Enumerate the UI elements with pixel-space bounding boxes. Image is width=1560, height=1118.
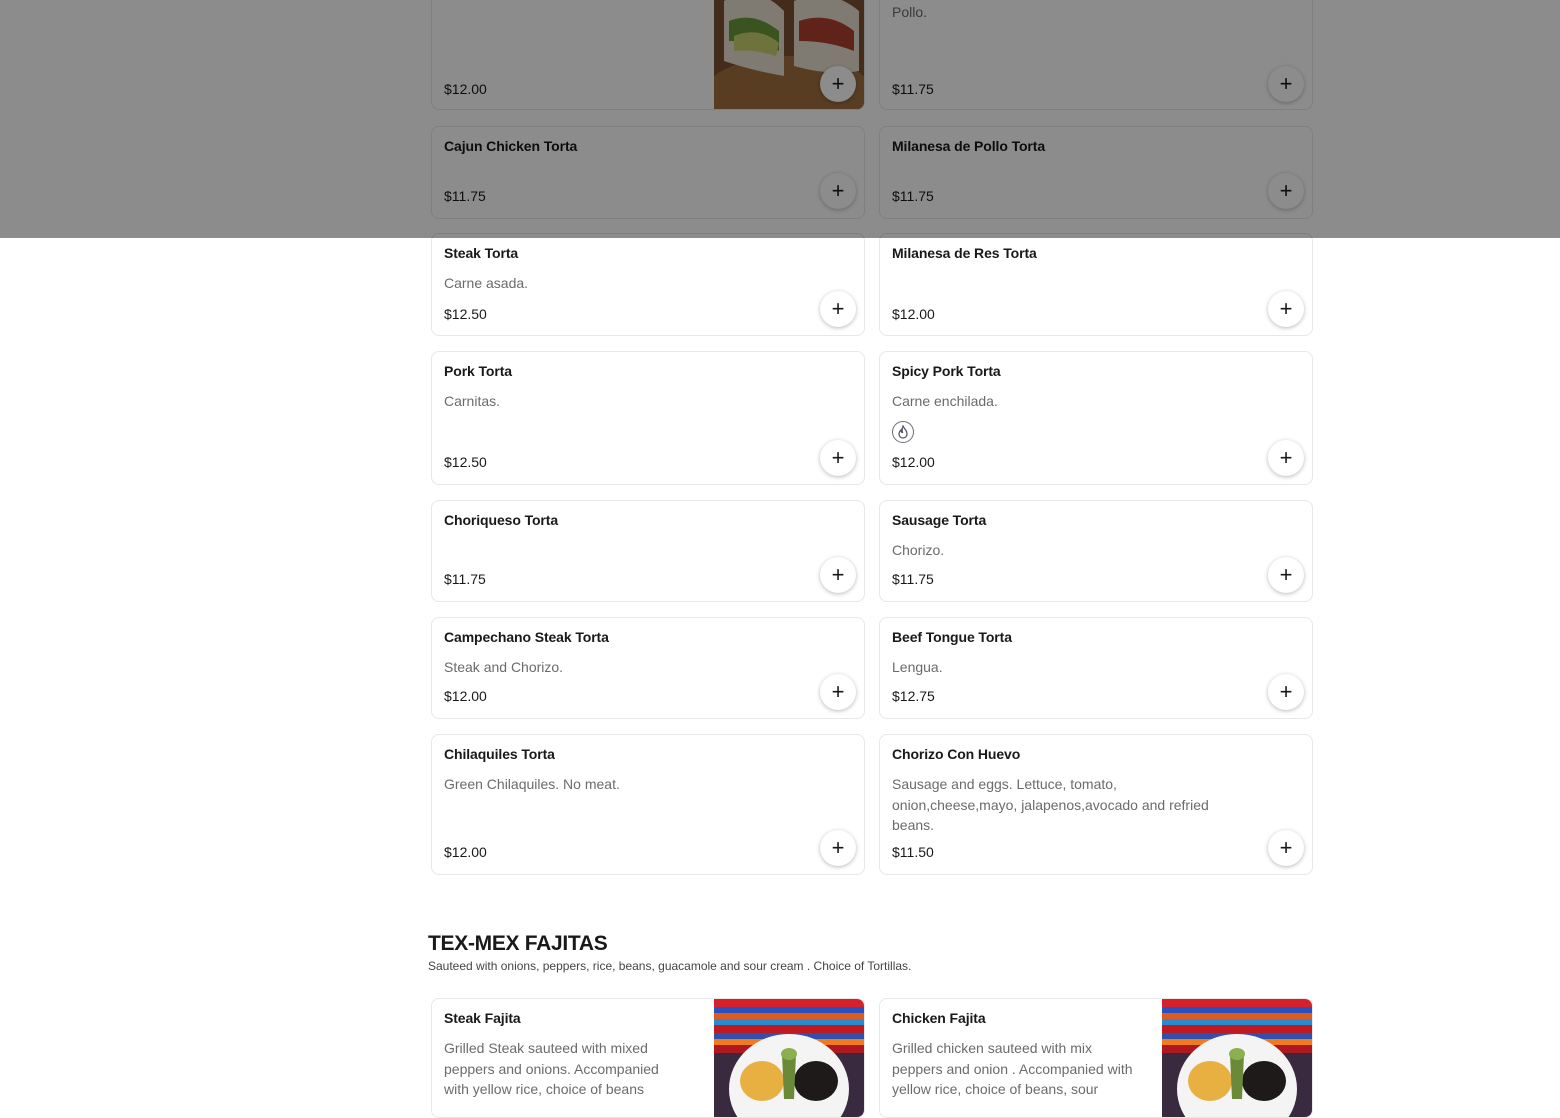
menu-item-card[interactable]: Milanesa de Res Torta $12.00 + [879, 233, 1313, 336]
item-name: Chicken Fajita [892, 1010, 986, 1026]
add-item-button[interactable]: + [1268, 291, 1304, 327]
add-item-button[interactable]: + [820, 557, 856, 593]
menu-item-card[interactable]: Campechano Steak Torta Steak and Chorizo… [431, 617, 865, 719]
menu-item-card[interactable]: $12.00 + [431, 0, 865, 110]
item-name: Sausage Torta [892, 512, 987, 528]
item-price: $12.00 [892, 306, 935, 322]
item-description: Carnitas. [444, 393, 501, 409]
menu-item-card[interactable]: Pork Torta Carnitas. $12.50 + [431, 351, 865, 485]
add-item-button[interactable]: + [820, 674, 856, 710]
item-description: Carne asada. [444, 275, 529, 291]
add-item-button[interactable]: + [820, 830, 856, 866]
item-description: Carne enchilada. [892, 393, 998, 409]
menu-item-card[interactable]: Steak Fajita Grilled Steak sauteed with … [431, 998, 865, 1118]
item-name: Milanesa de Pollo Torta [892, 138, 1046, 154]
add-item-button[interactable]: + [1268, 674, 1304, 710]
item-name: Pork Torta [444, 363, 512, 379]
add-item-button[interactable]: + [1268, 440, 1304, 476]
item-description: Grilled Steak sauteed with mixed peppers… [444, 1040, 659, 1097]
item-description: Chorizo. [892, 542, 945, 558]
item-name: Spicy Pork Torta [892, 363, 1001, 379]
item-price: $11.50 [892, 844, 934, 860]
item-name: Beef Tongue Torta [892, 629, 1012, 645]
item-price: $11.75 [444, 188, 486, 204]
add-item-button[interactable]: + [1268, 557, 1304, 593]
item-description: Green Chilaquiles. No meat. [444, 776, 620, 792]
fajita-photo [1162, 999, 1312, 1117]
add-item-button[interactable]: + [820, 440, 856, 476]
item-description: Steak and Chorizo. [444, 659, 564, 675]
item-name: Chorizo Con Huevo [892, 746, 1021, 762]
add-item-button[interactable]: + [820, 291, 856, 327]
item-name: Steak Fajita [444, 1010, 521, 1026]
item-description: Sausage and eggs. Lettuce, tomato, onion… [892, 776, 1209, 833]
menu-item-card[interactable]: Sausage Torta Chorizo. $11.75 + [879, 500, 1313, 602]
menu-item-card[interactable]: Chicken Fajita Grilled chicken sauteed w… [879, 998, 1313, 1118]
menu-item-card[interactable]: Chilaquiles Torta Green Chilaquiles. No … [431, 734, 865, 875]
add-item-button[interactable]: + [1268, 173, 1304, 209]
add-item-button[interactable]: + [820, 66, 856, 102]
section-title: TEX-MEX FAJITAS [428, 932, 608, 955]
item-name: Milanesa de Res Torta [892, 245, 1037, 261]
item-price: $11.75 [892, 188, 934, 204]
item-price: $12.00 [444, 844, 487, 860]
item-name: Steak Torta [444, 245, 519, 261]
add-item-button[interactable]: + [1268, 66, 1304, 102]
item-price: $12.75 [892, 688, 935, 704]
item-name: Chilaquiles Torta [444, 746, 555, 762]
add-item-button[interactable]: + [820, 173, 856, 209]
menu-item-card[interactable]: Cajun Chicken Torta $11.75 + [431, 126, 865, 219]
item-description: Pollo. [892, 4, 928, 20]
item-name: Campechano Steak Torta [444, 629, 609, 645]
item-name: Cajun Chicken Torta [444, 138, 578, 154]
menu-item-card[interactable]: Pollo. $11.75 + [879, 0, 1313, 110]
item-price: $12.00 [892, 454, 935, 470]
section-subtitle: Sauteed with onions, peppers, rice, bean… [428, 959, 912, 973]
add-item-button[interactable]: + [1268, 830, 1304, 866]
item-price: $11.75 [892, 571, 934, 587]
item-price: $11.75 [892, 81, 934, 97]
menu-item-card[interactable]: Choriqueso Torta $11.75 + [431, 500, 865, 602]
spicy-flame-icon [892, 421, 914, 443]
item-price: $11.75 [444, 571, 486, 587]
item-price: $12.00 [444, 81, 487, 97]
item-description: Grilled chicken sauteed with mix peppers… [892, 1040, 1133, 1097]
item-name: Choriqueso Torta [444, 512, 559, 528]
menu-item-card[interactable]: Beef Tongue Torta Lengua. $12.75 + [879, 617, 1313, 719]
item-description: Lengua. [892, 659, 943, 675]
item-price: $12.50 [444, 306, 487, 322]
menu-item-card[interactable]: Steak Torta Carne asada. $12.50 + [431, 233, 865, 336]
menu-item-card[interactable]: Spicy Pork Torta Carne enchilada. $12.00… [879, 351, 1313, 485]
menu-item-card[interactable]: Chorizo Con Huevo Sausage and eggs. Lett… [879, 734, 1313, 875]
fajita-photo [714, 999, 864, 1117]
menu-item-card[interactable]: Milanesa de Pollo Torta $11.75 + [879, 126, 1313, 219]
item-price: $12.00 [444, 688, 487, 704]
item-price: $12.50 [444, 454, 487, 470]
